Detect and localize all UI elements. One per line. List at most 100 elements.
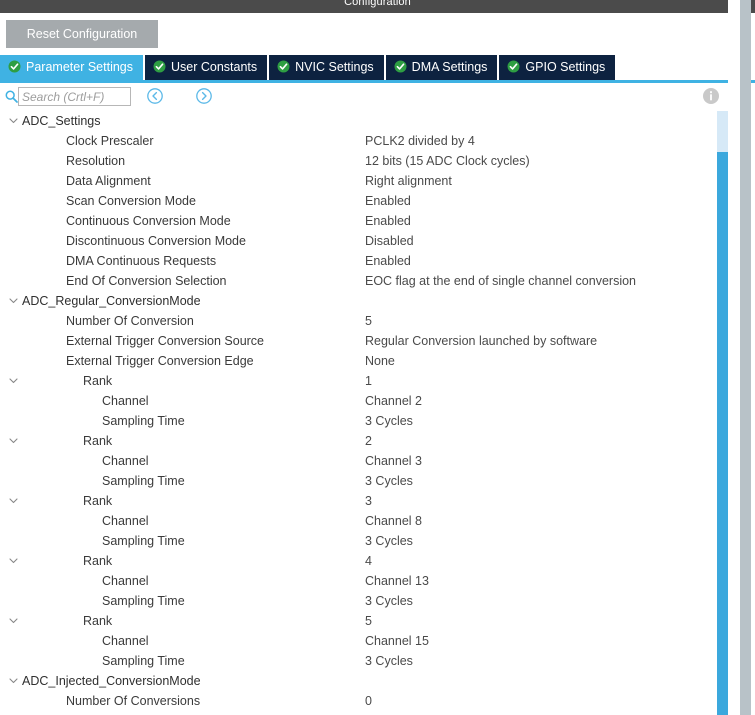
tree-row-value[interactable]: 0: [365, 691, 372, 711]
tab-label: GPIO Settings: [525, 60, 606, 74]
tree-row[interactable]: Channel Channel 2: [0, 391, 714, 411]
tree-row[interactable]: Channel Channel 8: [0, 511, 714, 531]
tree-row-label: ADC_Settings: [22, 114, 101, 128]
chevron-down-icon[interactable]: [6, 491, 20, 511]
tree-row[interactable]: External Trigger Conversion Source Regula…: [0, 331, 714, 351]
reset-configuration-button[interactable]: Reset Configuration: [6, 20, 158, 48]
tree-row-label: Channel: [102, 454, 149, 468]
tree-row-value[interactable]: EOC flag at the end of single channel co…: [365, 271, 636, 291]
tree-row[interactable]: Continuous Conversion Mode Enabled: [0, 211, 714, 231]
tree-row-label: Rank: [83, 434, 113, 448]
tab-label: DMA Settings: [411, 60, 488, 74]
tree-row[interactable]: Number Of Conversions 0: [0, 691, 714, 711]
tree-row[interactable]: Sampling Time 3 Cycles: [0, 651, 714, 671]
tree-row[interactable]: Rank 4: [0, 551, 714, 571]
tree-row-label: Number Of Conversions: [66, 694, 201, 708]
tree-row-value[interactable]: 3 Cycles: [365, 591, 413, 611]
tab-dma-settings[interactable]: DMA Settings: [385, 55, 498, 82]
tree-row-value[interactable]: 12 bits (15 ADC Clock cycles): [365, 151, 530, 171]
tree-row[interactable]: Rank 2: [0, 431, 714, 451]
tree-row-value[interactable]: Channel 3: [365, 451, 422, 471]
tree-row-value[interactable]: 1: [365, 371, 372, 391]
chevron-down-icon[interactable]: [6, 431, 20, 451]
tree-row[interactable]: DMA Continuous Requests Enabled: [0, 251, 714, 271]
tree-row-label: Sampling Time: [102, 654, 185, 668]
chevron-down-icon[interactable]: [6, 611, 20, 631]
tree-row[interactable]: Scan Conversion Mode Enabled: [0, 191, 714, 211]
tree-row-value[interactable]: Channel 8: [365, 511, 422, 531]
tree-row-value[interactable]: Right alignment: [365, 171, 452, 191]
tree-row[interactable]: Sampling Time 3 Cycles: [0, 411, 714, 431]
tab-label: User Constants: [171, 60, 258, 74]
tree-group-row[interactable]: ADC_Settings: [0, 111, 714, 131]
tree-row-value[interactable]: Enabled: [365, 251, 411, 271]
chevron-right-circle-icon[interactable]: [195, 87, 213, 105]
tree-row-label: Rank: [83, 494, 113, 508]
tree-row-value[interactable]: 5: [365, 611, 372, 631]
check-circle-icon: [8, 57, 21, 82]
tab-user-constants[interactable]: User Constants: [145, 55, 268, 80]
tab-nvic-settings[interactable]: NVIC Settings: [269, 55, 384, 80]
tree-row-value[interactable]: Channel 2: [365, 391, 422, 411]
tree-row-value[interactable]: Channel 15: [365, 631, 429, 651]
tree-row-value[interactable]: None: [365, 351, 395, 371]
tree-row-label: Channel: [102, 394, 149, 408]
tree-row-label: Sampling Time: [102, 474, 185, 488]
tree-row-value[interactable]: 2: [365, 431, 372, 451]
tree-row[interactable]: Discontinuous Conversion Mode Disabled: [0, 231, 714, 251]
tree-group-row[interactable]: ADC_Regular_ConversionMode: [0, 291, 714, 311]
tree-row-value[interactable]: Enabled: [365, 211, 411, 231]
tree-row[interactable]: Sampling Time 3 Cycles: [0, 471, 714, 491]
tree-row-value[interactable]: PCLK2 divided by 4: [365, 131, 475, 151]
tree-row[interactable]: Rank 1: [0, 371, 714, 391]
tree-group-row[interactable]: ADC_Injected_ConversionMode: [0, 671, 714, 691]
inner-scrollbar-thumb[interactable]: [717, 152, 728, 715]
chevron-down-icon[interactable]: [6, 671, 20, 691]
chevron-left-circle-icon[interactable]: [146, 87, 164, 105]
tree-row[interactable]: End Of Conversion Selection EOC flag at t…: [0, 271, 714, 291]
tree-row[interactable]: External Trigger Conversion Edge None: [0, 351, 714, 371]
tree-row-value[interactable]: 3: [365, 491, 372, 511]
tree-row[interactable]: Rank 5: [0, 611, 714, 631]
tree-row-value[interactable]: 3 Cycles: [365, 471, 413, 491]
tree-row-value[interactable]: 3 Cycles: [365, 411, 413, 431]
tree-row-value[interactable]: 3 Cycles: [365, 651, 413, 671]
outer-scrollbar-thumb[interactable]: [740, 0, 751, 715]
tree-row[interactable]: Channel Channel 3: [0, 451, 714, 471]
tree-row[interactable]: Resolution 12 bits (15 ADC Clock cycles): [0, 151, 714, 171]
check-circle-icon: [277, 57, 290, 82]
tree-row-label: Sampling Time: [102, 414, 185, 428]
tree-row-value[interactable]: 3 Cycles: [365, 531, 413, 551]
search-input[interactable]: [18, 87, 131, 106]
tree-row[interactable]: Channel Channel 13: [0, 571, 714, 591]
tree-row[interactable]: Number Of Conversion 5: [0, 311, 714, 331]
chevron-down-icon[interactable]: [6, 371, 20, 391]
chevron-down-icon[interactable]: [6, 291, 20, 311]
chevron-down-icon[interactable]: [6, 111, 20, 131]
tree-row-value[interactable]: Disabled: [365, 231, 414, 251]
tree-row-label: Data Alignment: [66, 174, 151, 188]
tree-row[interactable]: Channel Channel 15: [0, 631, 714, 651]
check-circle-icon: [394, 57, 407, 82]
search-toolbar: [0, 84, 755, 111]
tree-row-value[interactable]: Regular Conversion launched by software: [365, 331, 597, 351]
tree-row[interactable]: Data Alignment Right alignment: [0, 171, 714, 191]
info-icon[interactable]: [702, 87, 720, 105]
tree-row-label: Rank: [83, 554, 113, 568]
tree-row-value[interactable]: Enabled: [365, 191, 411, 211]
tree-row-value[interactable]: 4: [365, 551, 372, 571]
tree-row-value[interactable]: Channel 13: [365, 571, 429, 591]
tab-gpio-settings[interactable]: GPIO Settings: [499, 55, 616, 80]
tree-row[interactable]: Sampling Time 3 Cycles: [0, 591, 714, 611]
tree-row[interactable]: Clock Prescaler PCLK2 divided by 4: [0, 131, 714, 151]
scrollbar-gutter: [728, 0, 740, 715]
parameter-tree[interactable]: ADC_Settings Clock Prescaler PCLK2 divided…: [0, 111, 714, 715]
tab-parameter-settings[interactable]: Parameter Settings: [0, 55, 143, 80]
tree-row-value[interactable]: 5: [365, 311, 372, 331]
chevron-down-icon[interactable]: [6, 551, 20, 571]
tree-row[interactable]: Sampling Time 3 Cycles: [0, 531, 714, 551]
tree-row[interactable]: Rank 3: [0, 491, 714, 511]
tree-row-label: Channel: [102, 574, 149, 588]
tree-row-label: Channel: [102, 514, 149, 528]
tree-row-label: Channel: [102, 634, 149, 648]
